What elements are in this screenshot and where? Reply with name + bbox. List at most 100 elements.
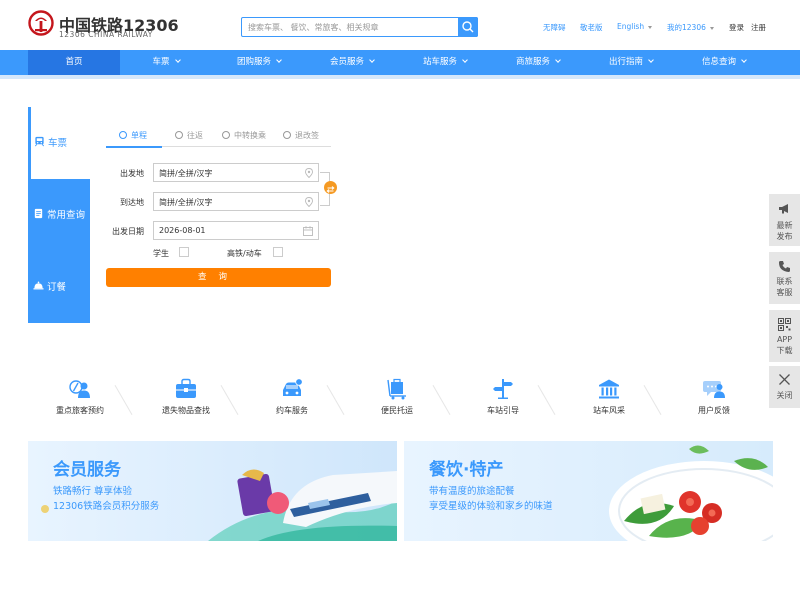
main-nav: 首页 车票 团购服务 会员服务 站车服务 商旅服务 出行指南 信息查询 — [0, 50, 800, 75]
nav-info-query[interactable]: 信息查询 — [678, 50, 770, 75]
side-tab-label: 车票 — [48, 138, 68, 149]
side-tab-common-query[interactable]: 常用查询 — [28, 179, 90, 251]
my12306-label: 我的12306 — [667, 23, 706, 32]
member-banner-line2: 12306铁路会员积分服务 — [53, 501, 160, 512]
service-station-gallery[interactable]: 站车风采 — [569, 378, 649, 418]
service-label: 便民托运 — [381, 406, 413, 415]
float-label: 联系 — [776, 277, 793, 286]
float-contact-service[interactable]: 联系 客服 — [769, 252, 800, 304]
service-label: 重点旅客预约 — [56, 406, 104, 415]
chevron-down-icon — [555, 57, 561, 63]
login-link[interactable]: 登录 — [729, 22, 744, 33]
search-input[interactable] — [242, 18, 460, 36]
service-vip-reservation[interactable]: 重点旅客预约 — [40, 378, 120, 418]
float-app-download[interactable]: APP 下载 — [769, 310, 800, 362]
service-label: 用户反馈 — [698, 406, 730, 415]
search-button[interactable] — [458, 17, 478, 37]
lost-item-icon — [176, 378, 196, 398]
food-banner-line1: 带有温度的旅途配餐 — [429, 486, 515, 497]
qr-code-icon — [778, 318, 791, 331]
document-icon — [34, 208, 43, 219]
nav-station-service[interactable]: 站车服务 — [399, 50, 491, 75]
nav-label: 商旅服务 — [515, 57, 550, 67]
nav-underline — [0, 75, 800, 79]
tab-round-trip[interactable]: 往返 — [175, 130, 203, 141]
float-label: APP — [776, 335, 793, 344]
logo[interactable]: 中国铁路12306 12306 CHINA RAILWAY — [28, 10, 179, 42]
swap-icon — [326, 186, 335, 193]
student-checkbox[interactable] — [179, 247, 189, 257]
nav-label: 团购服务 — [236, 57, 271, 67]
round-trip-icon — [175, 131, 183, 139]
accessible-link[interactable]: 无障碍 — [543, 22, 566, 33]
member-banner-line1: 铁路畅行 尊享体验 — [53, 486, 133, 497]
to-station-value: 简拼/全拼/汉字 — [159, 198, 213, 207]
side-tab-tickets[interactable]: 车票 — [28, 107, 90, 179]
signpost-icon — [493, 379, 513, 399]
side-tab-label: 订餐 — [47, 282, 67, 293]
float-label: 客服 — [776, 288, 793, 297]
service-label: 遗失物品查找 — [162, 406, 210, 415]
nav-label: 首页 — [65, 57, 83, 67]
tab-one-way[interactable]: 单程 — [119, 130, 147, 141]
member-banner-title: 会员服务 — [53, 460, 121, 480]
tab-transfer[interactable]: 中转换乘 — [222, 130, 266, 141]
language-select[interactable]: English — [617, 22, 653, 31]
nav-travel-guide[interactable]: 出行指南 — [585, 50, 677, 75]
chevron-down-icon — [741, 57, 747, 63]
close-icon — [779, 374, 790, 385]
member-service-banner[interactable]: 会员服务 铁路畅行 尊享体验 12306铁路会员积分服务 — [28, 441, 397, 541]
departure-date-input[interactable]: 2026-08-01 — [153, 221, 319, 240]
chevron-down-icon — [462, 57, 468, 63]
tab-refund-change[interactable]: 退改签 — [283, 130, 319, 141]
arrow-right-circle-icon — [119, 131, 127, 139]
station-building-icon — [599, 379, 619, 399]
luggage-cart-icon — [387, 378, 406, 400]
register-link[interactable]: 注册 — [751, 22, 766, 33]
calendar-icon — [303, 226, 313, 236]
swap-stations-button[interactable] — [324, 181, 337, 194]
nav-tickets[interactable]: 车票 — [120, 50, 212, 75]
logo-subtitle: 12306 CHINA RAILWAY — [59, 30, 153, 39]
nav-group-service[interactable]: 团购服务 — [213, 50, 305, 75]
nav-label: 站车服务 — [422, 57, 457, 67]
location-pin-icon — [305, 168, 313, 178]
float-close-button[interactable]: 关闭 — [769, 366, 800, 408]
service-feedback[interactable]: 用户反馈 — [674, 378, 754, 418]
service-lost-found[interactable]: 遗失物品查找 — [146, 378, 226, 418]
nav-business-service[interactable]: 商旅服务 — [492, 50, 584, 75]
nav-label: 会员服务 — [329, 57, 364, 67]
float-label: 发布 — [776, 232, 793, 241]
nav-home[interactable]: 首页 — [28, 50, 120, 75]
location-pin-icon — [305, 197, 313, 207]
tab-label: 单程 — [131, 131, 147, 140]
language-label: English — [617, 22, 645, 31]
from-station-input[interactable]: 简拼/全拼/汉字 — [153, 163, 319, 182]
meal-cloche-icon — [33, 281, 44, 290]
to-station-input[interactable]: 简拼/全拼/汉字 — [153, 192, 319, 211]
service-car-booking[interactable]: 约车服务 — [252, 378, 332, 418]
search-icon — [462, 21, 474, 33]
food-specialty-banner[interactable]: 餐饮·特产 带有温度的旅途配餐 享受星级的体验和家乡的味道 — [404, 441, 773, 541]
query-button[interactable]: 查询 — [106, 268, 331, 287]
elder-mode-link[interactable]: 敬老版 — [580, 22, 603, 33]
from-station-value: 简拼/全拼/汉字 — [159, 169, 213, 178]
side-tab-order-meal[interactable]: 订餐 — [28, 251, 90, 323]
tab-label: 退改签 — [295, 131, 319, 140]
food-banner-line2: 享受星级的体验和家乡的味道 — [429, 501, 553, 512]
departure-date-value: 2026-08-01 — [159, 226, 206, 235]
nav-label: 出行指南 — [608, 57, 643, 67]
my12306-menu[interactable]: 我的12306 — [667, 22, 714, 33]
highspeed-checkbox[interactable] — [273, 247, 283, 257]
float-label: 最新 — [776, 221, 793, 230]
chevron-down-icon — [709, 26, 714, 30]
date-label: 出发日期 — [112, 227, 144, 236]
nav-member-service[interactable]: 会员服务 — [306, 50, 398, 75]
service-station-guide[interactable]: 车站引导 — [463, 378, 543, 418]
car-icon — [283, 378, 303, 396]
transfer-icon — [222, 131, 230, 139]
service-consignment[interactable]: 便民托运 — [357, 378, 437, 418]
refund-icon — [283, 131, 291, 139]
float-announcement[interactable]: 最新 发布 — [769, 194, 800, 246]
active-tab-indicator — [106, 146, 162, 148]
